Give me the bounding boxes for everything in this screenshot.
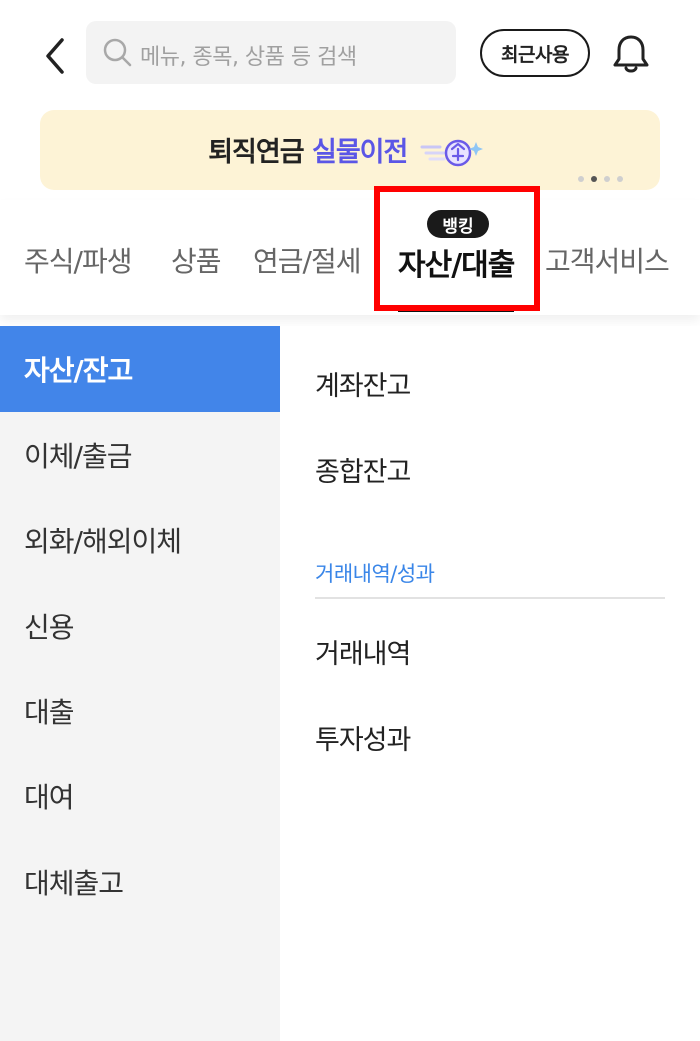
banner-pagination — [578, 176, 623, 182]
tab-customer-service[interactable]: 고객서비스 — [545, 240, 670, 280]
sidebar-item-foreign-currency[interactable]: 외화/해외이체 — [0, 497, 280, 583]
banner-text-primary: 퇴직연금 — [208, 137, 304, 168]
menu-transaction-history[interactable]: 거래내역 — [315, 632, 411, 671]
top-header: 메뉴, 종목, 상품 등 검색 최근사용 — [0, 0, 700, 100]
section-heading: 거래내역/성과 — [315, 562, 435, 586]
tab-pension-tax[interactable]: 연금/절세 — [253, 240, 361, 280]
promo-banner[interactable]: 퇴직연금 실물이전 — [40, 110, 660, 190]
sidebar-menu: 자산/잔고 이체/출금 외화/해외이체 신용 대출 대여 대체출고 — [0, 326, 280, 1041]
category-tabs: 주식/파생 상품 연금/절세 뱅킹 자산/대출 고객서비스 — [0, 200, 700, 315]
sidebar-item-lending[interactable]: 대여 — [0, 753, 280, 839]
menu-investment-performance[interactable]: 투자성과 — [315, 718, 411, 757]
banner-title: 퇴직연금 실물이전 — [40, 130, 660, 169]
tab-products[interactable]: 상품 — [171, 240, 222, 280]
notification-button[interactable] — [610, 32, 652, 76]
submenu-panel: 계좌잔고 종합잔고 거래내역/성과 거래내역 투자성과 — [280, 326, 700, 1041]
sidebar-item-loan[interactable]: 대출 — [0, 668, 280, 754]
pagination-dot — [604, 176, 610, 182]
pension-transfer-icon — [420, 139, 483, 166]
sidebar-item-transfer-out[interactable]: 대체출고 — [0, 839, 280, 925]
back-button[interactable] — [38, 34, 72, 78]
menu-total-balance[interactable]: 종합잔고 — [315, 450, 411, 489]
section-divider — [315, 597, 665, 599]
search-input[interactable]: 메뉴, 종목, 상품 등 검색 — [86, 21, 456, 84]
recent-used-button[interactable]: 최근사용 — [480, 29, 590, 77]
search-placeholder: 메뉴, 종목, 상품 등 검색 — [140, 45, 357, 70]
highlight-box — [374, 186, 540, 311]
bell-icon — [613, 35, 649, 73]
pagination-dot — [617, 176, 623, 182]
sidebar-item-transfer-withdraw[interactable]: 이체/출금 — [0, 412, 280, 498]
pagination-dot — [578, 176, 584, 182]
sidebar-item-credit[interactable]: 신용 — [0, 583, 280, 669]
chevron-left-icon — [46, 38, 64, 74]
sidebar-item-assets-balance[interactable]: 자산/잔고 — [0, 326, 280, 412]
search-icon — [103, 38, 132, 67]
banner-text-highlight: 실물이전 — [312, 137, 408, 168]
menu-account-balance[interactable]: 계좌잔고 — [315, 364, 411, 403]
pagination-dot-active — [591, 176, 597, 182]
tab-stocks-derivatives[interactable]: 주식/파생 — [24, 240, 132, 280]
